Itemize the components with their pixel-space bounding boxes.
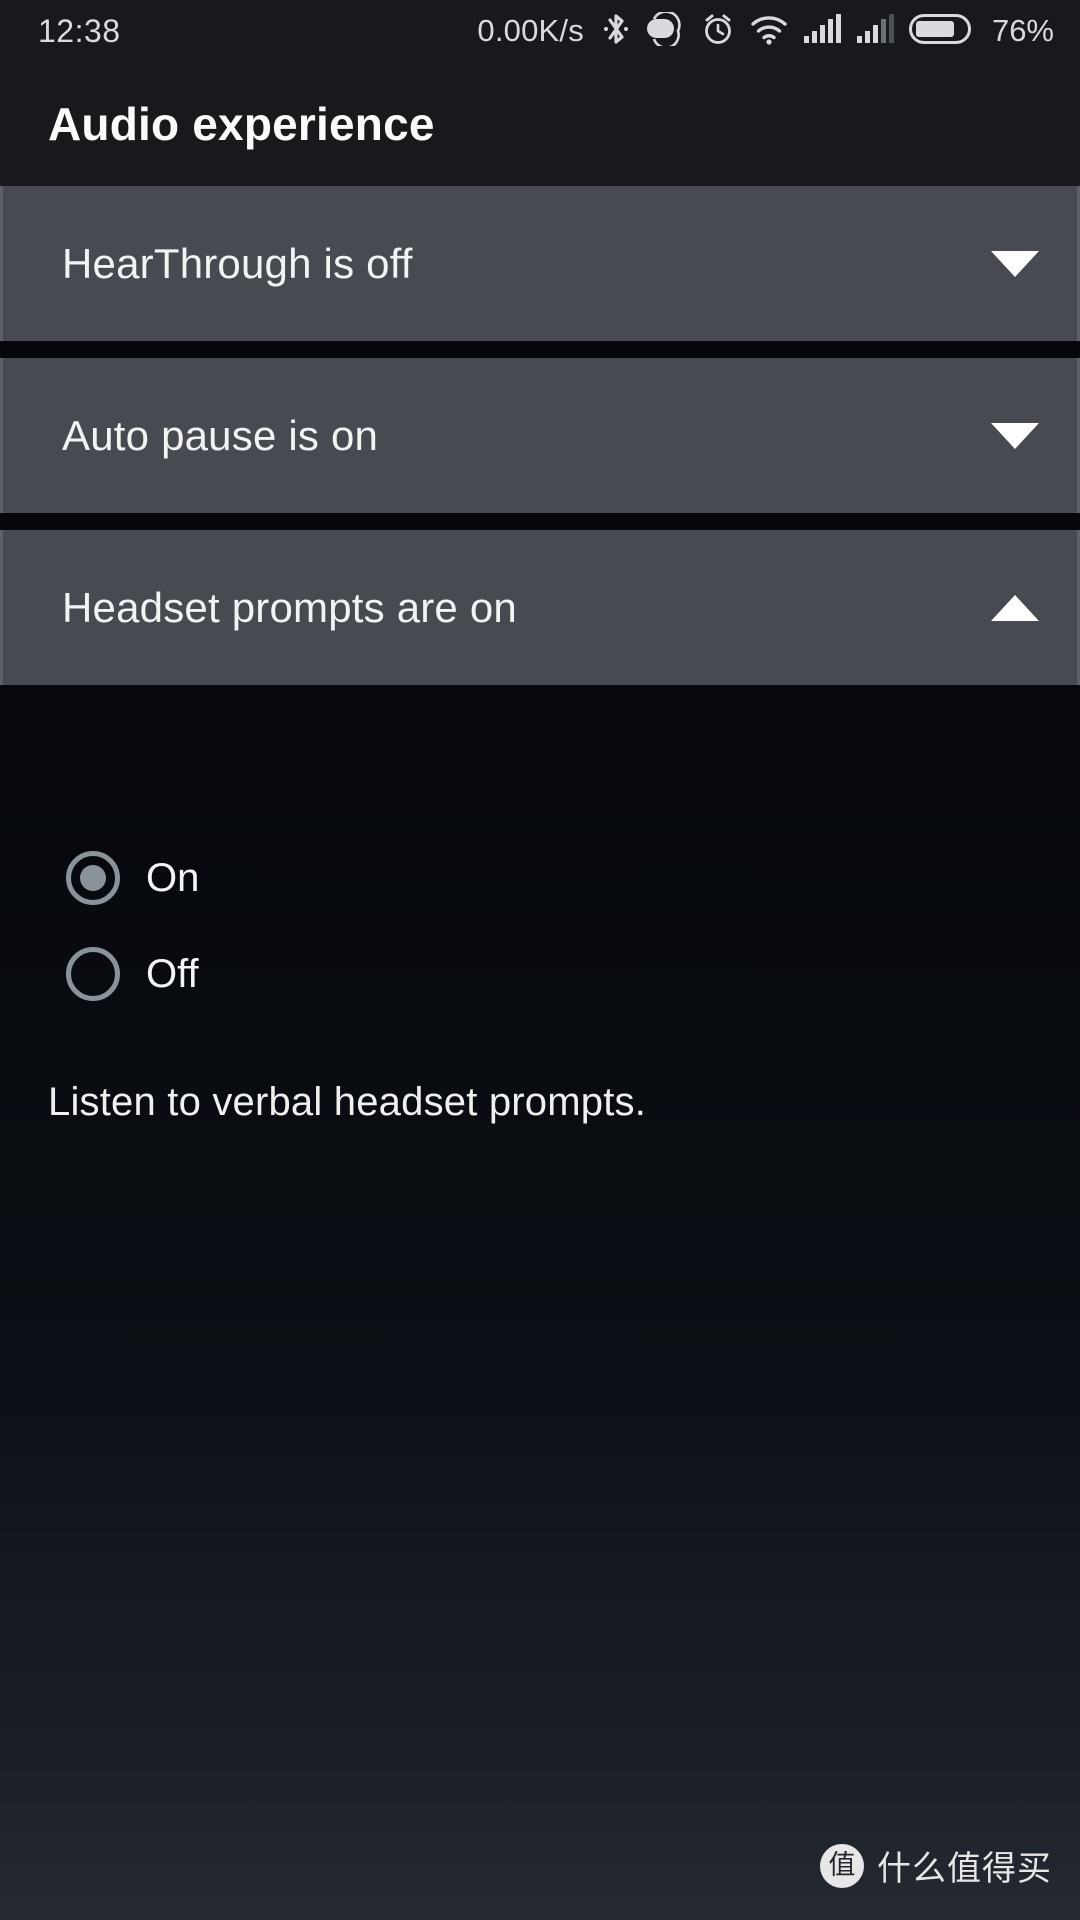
alarm-clock-icon	[701, 12, 735, 51]
status-bar-icons: 0.00K/s 76%	[477, 9, 1054, 52]
signal-sim1-icon	[803, 13, 841, 49]
radio-option-on[interactable]: On	[66, 830, 1080, 926]
settings-list: HearThrough is off Auto pause is on Head…	[0, 186, 1080, 685]
watermark: 值 什么值得买	[820, 1841, 1052, 1890]
chevron-up-icon[interactable]	[991, 594, 1039, 621]
bluetooth-icon	[603, 11, 629, 52]
page-header: Audio experience	[0, 62, 1080, 186]
setting-row-headset-prompts[interactable]: Headset prompts are on	[0, 530, 1080, 685]
battery-percent-text: 76%	[991, 13, 1054, 48]
radio-label-on: On	[146, 855, 200, 900]
status-clock: 12:38	[38, 12, 121, 49]
headset-prompts-options-panel: On Off Listen to verbal headset prompts.	[0, 830, 1080, 1125]
page-title: Audio experience	[48, 98, 435, 150]
phone-screen: 12:38 0.00K/s 76% Audio experience HearT…	[0, 0, 1080, 1920]
radio-label-off: Off	[146, 951, 199, 996]
setting-label: HearThrough is off	[62, 239, 413, 287]
chevron-down-icon[interactable]	[991, 422, 1039, 449]
wifi-icon	[750, 13, 788, 50]
signal-sim2-icon	[856, 13, 894, 49]
setting-label: Headset prompts are on	[62, 583, 517, 631]
setting-row-hearthrough[interactable]: HearThrough is off	[0, 186, 1080, 341]
radio-button-on[interactable]	[66, 851, 120, 905]
setting-label: Auto pause is on	[62, 411, 379, 459]
setting-row-auto-pause[interactable]: Auto pause is on	[0, 358, 1080, 513]
status-bar: 12:38 0.00K/s 76%	[0, 0, 1080, 62]
vibrate-mode-icon	[644, 9, 686, 51]
watermark-text: 什么值得买	[877, 1849, 1052, 1889]
radio-button-off[interactable]	[66, 947, 120, 1001]
battery-icon	[908, 13, 971, 50]
radio-dot	[80, 961, 106, 987]
option-description: Listen to verbal headset prompts.	[48, 1080, 647, 1124]
watermark-logo-icon: 值	[820, 1843, 864, 1888]
radio-option-off[interactable]: Off	[66, 926, 1080, 1022]
network-speed-text: 0.00K/s	[477, 13, 584, 48]
radio-dot	[80, 865, 106, 891]
chevron-down-icon[interactable]	[991, 250, 1039, 277]
